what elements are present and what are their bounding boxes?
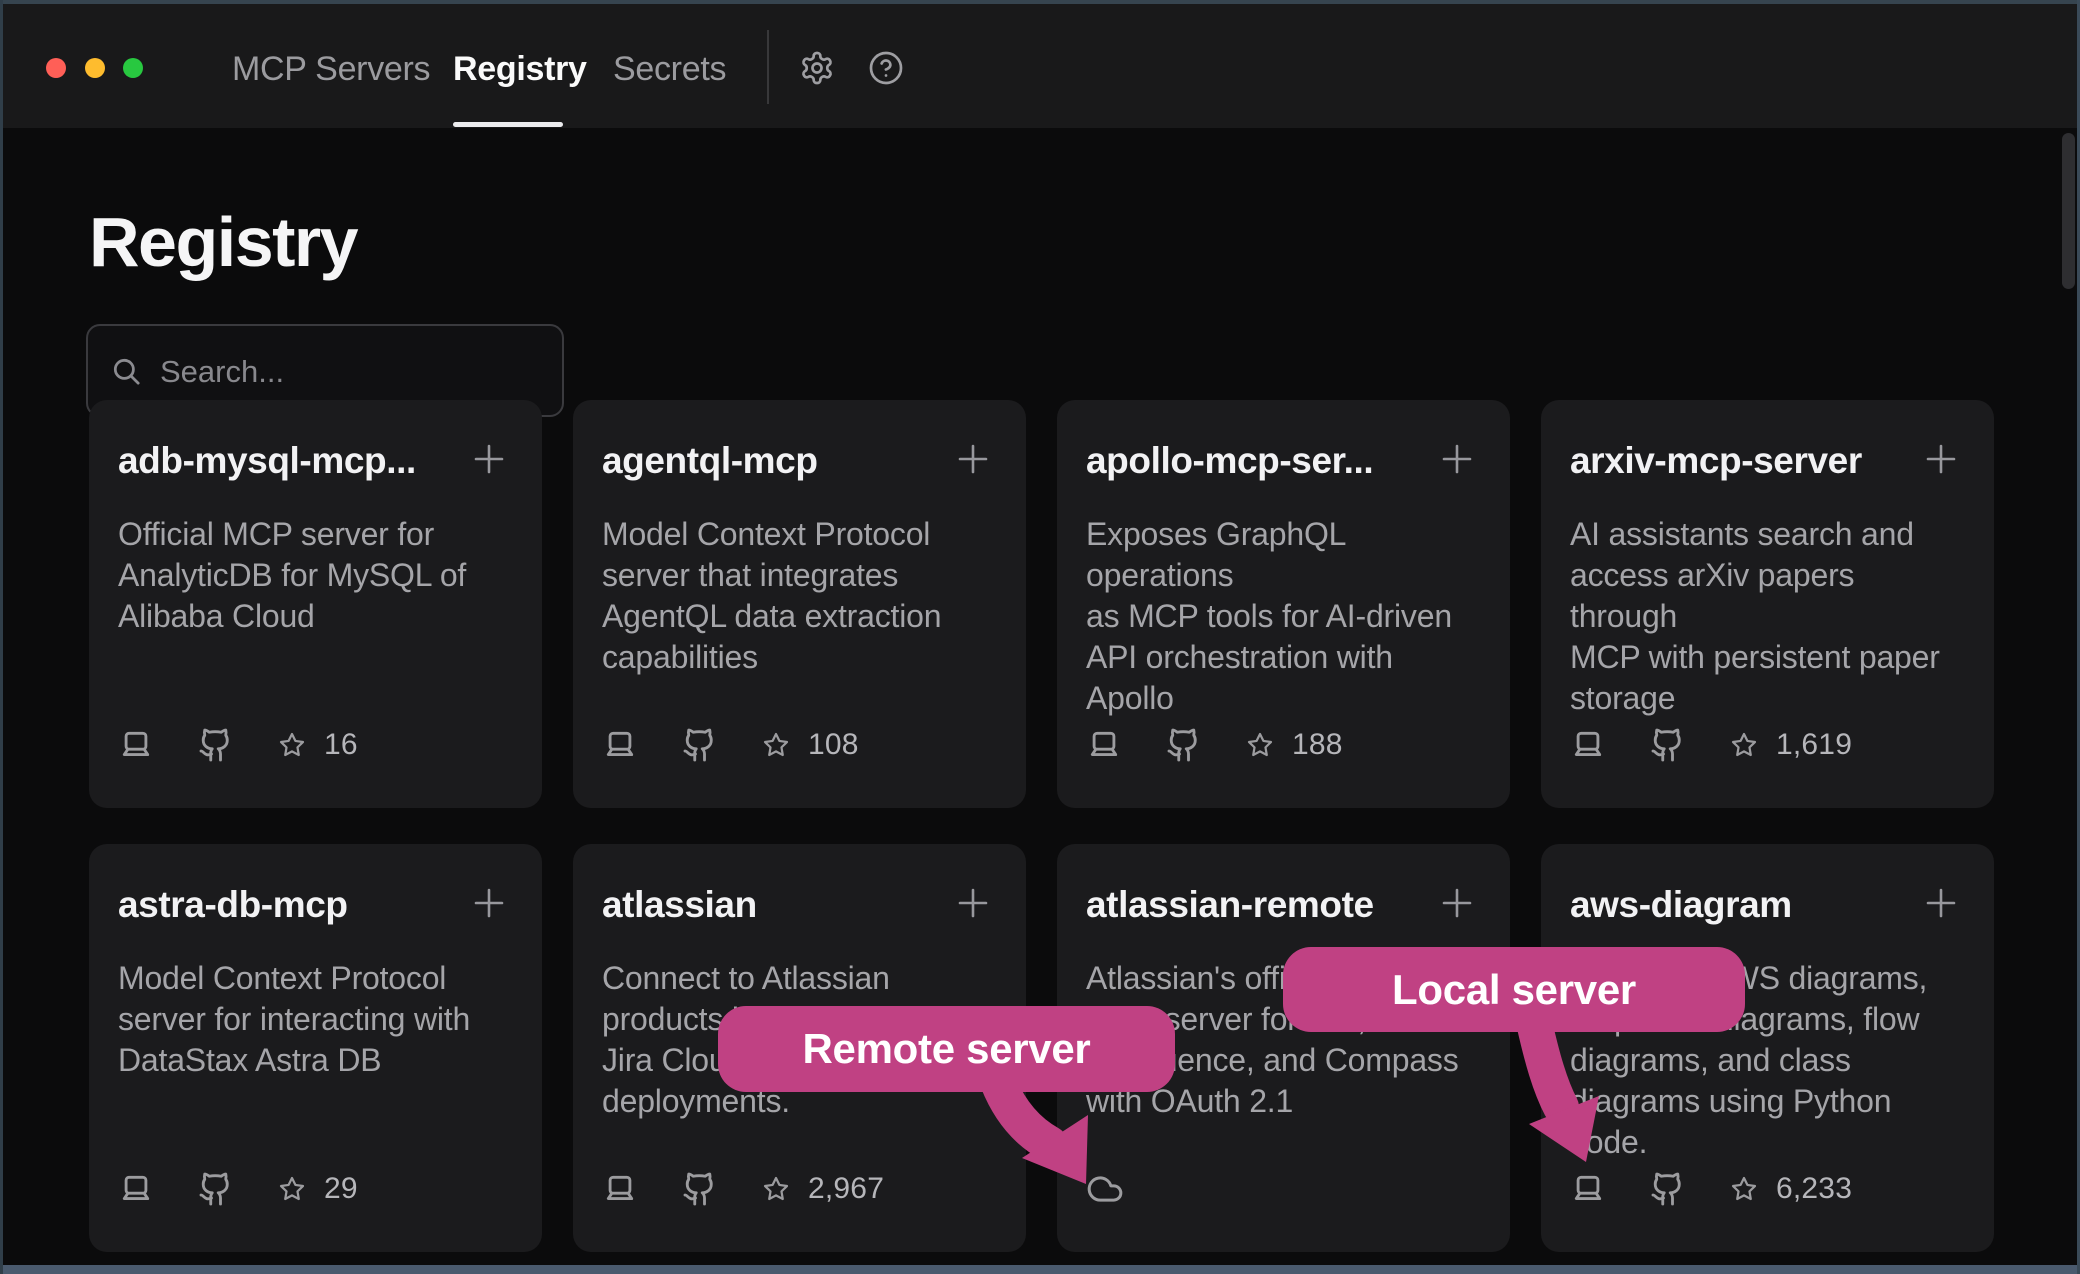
- server-meta: 29: [118, 1170, 358, 1208]
- star-count: 6,233: [1776, 1172, 1852, 1206]
- plus-icon: [472, 442, 506, 476]
- title-bar: MCP Servers Registry Secrets: [0, 4, 2080, 128]
- server-meta: 16: [118, 726, 358, 764]
- server-meta: 6,233: [1570, 1170, 1852, 1208]
- server-name: atlassian-remote: [1086, 884, 1374, 926]
- add-server-button[interactable]: [1924, 886, 1958, 920]
- add-server-button[interactable]: [472, 442, 506, 476]
- header-divider: [767, 30, 769, 104]
- laptop-icon: [602, 1171, 638, 1207]
- server-name: apollo-mcp-ser...: [1086, 440, 1373, 482]
- server-card[interactable]: aws-diagram Generate AWS diagrams,sequen…: [1541, 844, 1994, 1252]
- server-card[interactable]: apollo-mcp-ser... Exposes GraphQL operat…: [1057, 400, 1510, 808]
- server-card[interactable]: astra-db-mcp Model Context Protocolserve…: [89, 844, 542, 1252]
- laptop-icon: [1570, 727, 1606, 763]
- star-count: 1,619: [1776, 728, 1852, 762]
- github-icon: [1650, 727, 1686, 763]
- laptop-icon: [118, 727, 154, 763]
- server-name: arxiv-mcp-server: [1570, 440, 1862, 482]
- app-window: MCP Servers Registry Secrets Registry: [0, 0, 2080, 1274]
- add-server-button[interactable]: [1440, 442, 1474, 476]
- scrollbar-thumb[interactable]: [2062, 133, 2075, 289]
- github-icon: [198, 1171, 234, 1207]
- github-icon: [682, 727, 718, 763]
- server-meta: 188: [1086, 726, 1343, 764]
- laptop-icon: [602, 727, 638, 763]
- add-server-button[interactable]: [1440, 886, 1474, 920]
- add-server-button[interactable]: [956, 442, 990, 476]
- server-meta: [1086, 1170, 1124, 1208]
- plus-icon: [956, 886, 990, 920]
- plus-icon: [1440, 886, 1474, 920]
- github-icon: [1166, 727, 1202, 763]
- server-name: atlassian: [602, 884, 757, 926]
- star-icon: [278, 1175, 306, 1203]
- traffic-light-close-button[interactable]: [46, 58, 66, 78]
- settings-gear-icon[interactable]: [799, 50, 835, 91]
- star-icon: [762, 731, 790, 759]
- local-server-callout: Local server: [1283, 947, 1745, 1032]
- plus-icon: [1440, 442, 1474, 476]
- github-icon: [198, 727, 234, 763]
- plus-icon: [956, 442, 990, 476]
- plus-icon: [1924, 886, 1958, 920]
- tab-mcp-servers[interactable]: MCP Servers: [232, 50, 430, 89]
- server-name: agentql-mcp: [602, 440, 818, 482]
- server-description: Model Context Protocolserver that integr…: [602, 514, 1002, 678]
- add-server-button[interactable]: [472, 886, 506, 920]
- add-server-button[interactable]: [956, 886, 990, 920]
- laptop-icon: [1086, 727, 1122, 763]
- window-frame-left: [0, 0, 3, 1274]
- page-title: Registry: [89, 207, 357, 277]
- server-description: Official MCP server forAnalyticDB for My…: [118, 514, 518, 637]
- active-tab-underline: [453, 122, 563, 127]
- plus-icon: [472, 886, 506, 920]
- star-count: 188: [1292, 728, 1343, 762]
- search-icon: [110, 355, 144, 389]
- star-icon: [762, 1175, 790, 1203]
- laptop-icon: [1570, 1171, 1606, 1207]
- github-icon: [1650, 1171, 1686, 1207]
- server-meta: 108: [602, 726, 859, 764]
- server-name: aws-diagram: [1570, 884, 1792, 926]
- server-description: Model Context Protocolserver for interac…: [118, 958, 518, 1081]
- star-icon: [1730, 1175, 1758, 1203]
- traffic-light-zoom-button[interactable]: [123, 58, 143, 78]
- star-icon: [1730, 731, 1758, 759]
- plus-icon: [1924, 442, 1958, 476]
- github-icon: [682, 1171, 718, 1207]
- server-meta: 2,967: [602, 1170, 884, 1208]
- window-frame-bottom: [0, 1265, 2080, 1274]
- remote-server-callout: Remote server: [718, 1006, 1175, 1092]
- traffic-light-minimize-button[interactable]: [85, 58, 105, 78]
- add-server-button[interactable]: [1924, 442, 1958, 476]
- tab-secrets[interactable]: Secrets: [613, 50, 726, 89]
- server-name: astra-db-mcp: [118, 884, 348, 926]
- local-server-callout-label: Local server: [1392, 966, 1636, 1014]
- server-meta: 1,619: [1570, 726, 1852, 764]
- server-description: AI assistants search andaccess arXiv pap…: [1570, 514, 1970, 719]
- server-card[interactable]: adb-mysql-mcp... Official MCP server for…: [89, 400, 542, 808]
- star-count: 29: [324, 1172, 358, 1206]
- cloud-icon: [1086, 1170, 1124, 1208]
- server-card[interactable]: arxiv-mcp-server AI assistants search an…: [1541, 400, 1994, 808]
- server-description: Exposes GraphQL operationsas MCP tools f…: [1086, 514, 1486, 719]
- help-icon[interactable]: [868, 50, 904, 91]
- laptop-icon: [118, 1171, 154, 1207]
- window-frame-top: [0, 0, 2080, 4]
- star-icon: [278, 731, 306, 759]
- server-name: adb-mysql-mcp...: [118, 440, 416, 482]
- remote-server-callout-label: Remote server: [803, 1025, 1091, 1073]
- star-count: 2,967: [808, 1172, 884, 1206]
- star-count: 16: [324, 728, 358, 762]
- star-icon: [1246, 731, 1274, 759]
- star-count: 108: [808, 728, 859, 762]
- tab-registry[interactable]: Registry: [453, 50, 587, 89]
- server-card[interactable]: agentql-mcp Model Context Protocolserver…: [573, 400, 1026, 808]
